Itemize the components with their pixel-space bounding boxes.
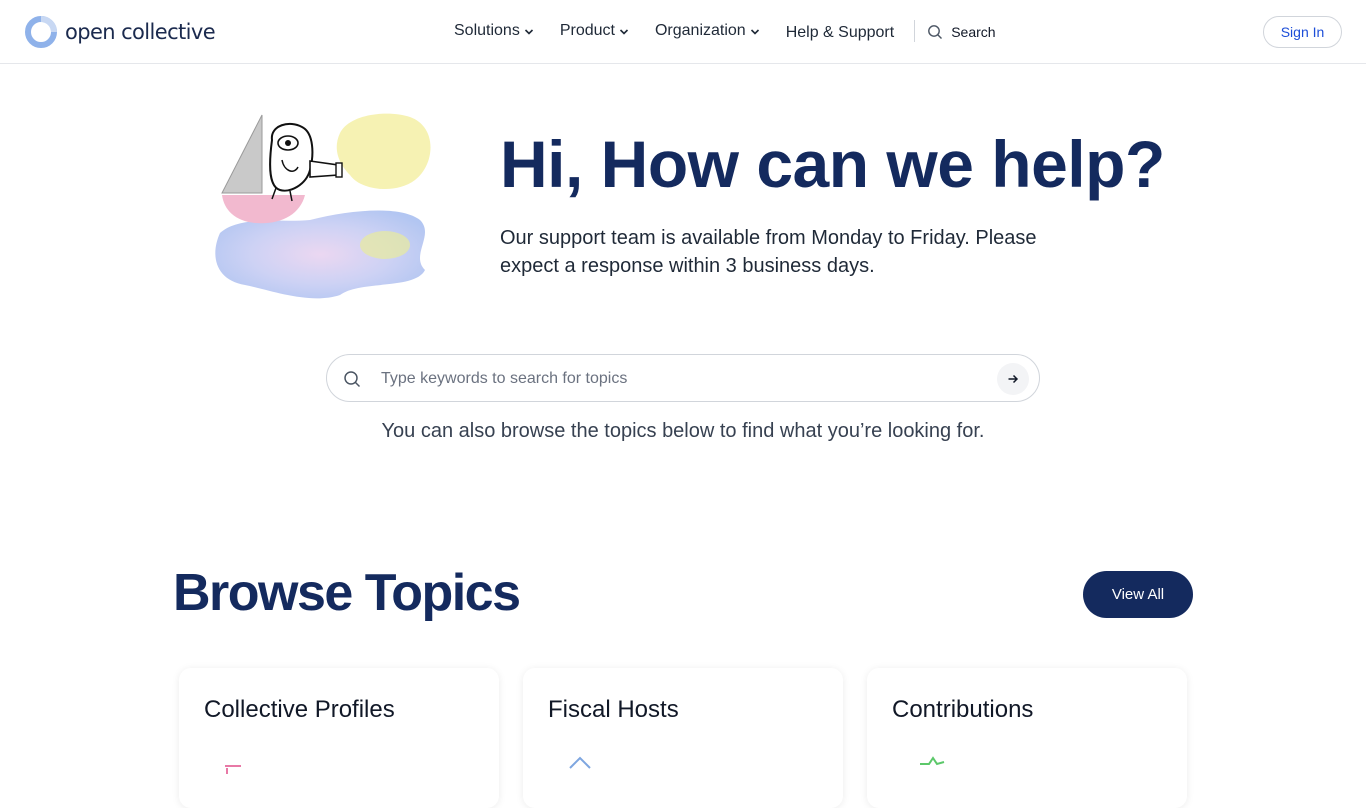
search-icon (928, 25, 943, 39)
browse-topics-title: Browse Topics (173, 564, 521, 622)
nav-solutions-label: Solutions (454, 22, 520, 39)
topic-card-title: Collective Profiles (204, 696, 395, 723)
chevron-down-icon (750, 29, 759, 35)
search-submit-button[interactable] (997, 363, 1029, 395)
chevron-down-icon (524, 29, 533, 35)
nav-product[interactable]: Product (560, 22, 629, 40)
topic-card-title: Fiscal Hosts (548, 696, 679, 723)
nav-organization-label: Organization (654, 22, 746, 39)
main-nav: Solutions Product Organization Help & Su… (454, 20, 996, 42)
topic-card-contributions[interactable]: Contributions (867, 668, 1187, 808)
star-icon (920, 756, 945, 766)
arrow-right-icon (1008, 374, 1019, 384)
nav-divider (914, 20, 916, 42)
topic-card-title: Contributions (892, 696, 1034, 723)
nav-search-label: Search (951, 24, 996, 40)
view-all-button[interactable]: View All (1083, 571, 1193, 618)
hero-title: Hi, How can we help? (500, 127, 1165, 201)
logo-text: open collective (65, 20, 216, 44)
topic-search-input[interactable] (381, 365, 981, 393)
chevron-down-icon (619, 29, 629, 35)
nav-solutions[interactable]: Solutions (454, 22, 534, 40)
search-icon (343, 370, 361, 393)
sign-in-button[interactable]: Sign In (1263, 16, 1342, 48)
topic-card-collective-profiles[interactable]: Collective Profiles (179, 668, 499, 808)
house-icon (569, 756, 591, 769)
hero-subtitle: Our support team is available from Monda… (500, 227, 1037, 277)
browse-hint-text: You can also browse the topics below to … (381, 420, 985, 442)
nav-search-button[interactable]: Search (927, 24, 996, 40)
nav-help-support[interactable]: Help & Support (786, 24, 895, 42)
nav-organization[interactable]: Organization (655, 22, 760, 40)
topic-search-box (326, 354, 1040, 402)
profile-icon (225, 765, 241, 774)
topic-card-fiscal-hosts[interactable]: Fiscal Hosts (523, 668, 843, 808)
nav-product-label: Product (559, 22, 615, 39)
open-collective-logo-icon (25, 16, 57, 48)
top-navbar: open collective Solutions Product Organi… (0, 0, 1366, 64)
hero-illustration (215, 113, 431, 299)
logo[interactable]: open collective (24, 15, 216, 49)
